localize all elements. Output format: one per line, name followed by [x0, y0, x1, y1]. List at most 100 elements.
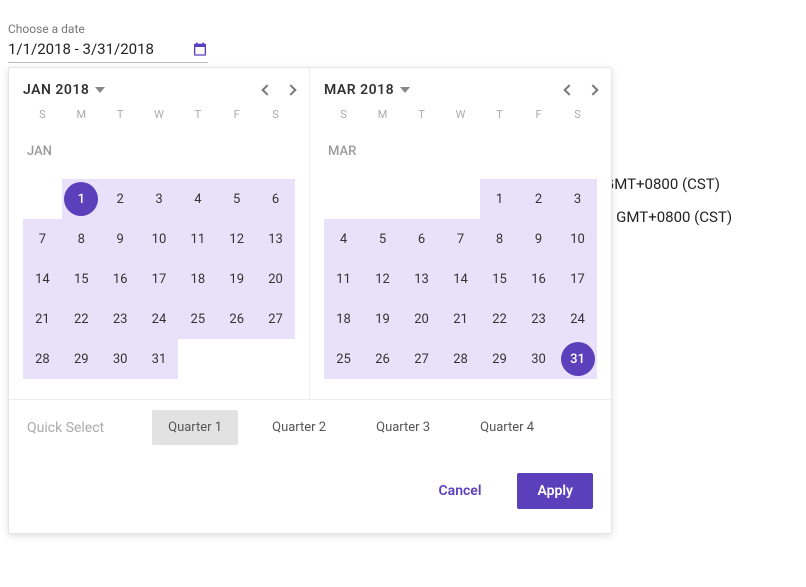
day-cell[interactable]: 9 [519, 219, 558, 259]
right-month-next[interactable] [587, 84, 598, 95]
weekday-label: T [101, 108, 140, 121]
day-cell[interactable]: 22 [62, 299, 101, 339]
day-cell[interactable]: 27 [256, 299, 295, 339]
day-cell[interactable]: 16 [101, 259, 140, 299]
weekday-label: F [217, 108, 256, 121]
day-cell[interactable]: 30 [519, 339, 558, 379]
day-cell[interactable]: 15 [480, 259, 519, 299]
day-cell[interactable]: 24 [558, 299, 597, 339]
chevron-down-icon [95, 87, 105, 93]
day-cell[interactable]: 9 [101, 219, 140, 259]
day-cell[interactable]: 15 [62, 259, 101, 299]
right-month-panel: MAR 2018 SMTWTFS MAR 1234567891011121314… [310, 68, 611, 399]
right-month-selector[interactable]: MAR 2018 [324, 82, 410, 98]
day-cell[interactable]: 29 [62, 339, 101, 379]
left-month-prev[interactable] [261, 84, 272, 95]
day-cell[interactable]: 1 [62, 179, 101, 219]
day-cell[interactable]: 4 [178, 179, 217, 219]
day-cell[interactable]: 8 [480, 219, 519, 259]
day-cell[interactable]: 23 [101, 299, 140, 339]
date-input-row[interactable]: 1/1/2018 - 3/31/2018 [8, 40, 208, 63]
day-cell[interactable]: 2 [101, 179, 140, 219]
day-cell[interactable]: 18 [324, 299, 363, 339]
right-month-title: MAR 2018 [324, 82, 394, 98]
day-cell[interactable]: 24 [140, 299, 179, 339]
day-cell[interactable]: 27 [402, 339, 441, 379]
day-cell[interactable]: 8 [62, 219, 101, 259]
day-cell[interactable]: 6 [256, 179, 295, 219]
apply-button[interactable]: Apply [517, 473, 593, 509]
day-cell[interactable]: 21 [23, 299, 62, 339]
day-cell[interactable]: 19 [363, 299, 402, 339]
day-cell[interactable]: 28 [441, 339, 480, 379]
field-label: Choose a date [8, 22, 208, 36]
day-cell[interactable]: 2 [519, 179, 558, 219]
day-cell[interactable]: 22 [480, 299, 519, 339]
quick-select-row: Quick Select Quarter 1Quarter 2Quarter 3… [9, 399, 611, 455]
day-cell[interactable]: 10 [558, 219, 597, 259]
day-cell[interactable]: 25 [178, 299, 217, 339]
day-cell[interactable]: 19 [217, 259, 256, 299]
day-cell[interactable]: 30 [101, 339, 140, 379]
day-cell[interactable]: 11 [324, 259, 363, 299]
day-cell[interactable]: 28 [23, 339, 62, 379]
day-cell[interactable]: 21 [441, 299, 480, 339]
day-cell[interactable]: 29 [480, 339, 519, 379]
day-cell[interactable]: 20 [256, 259, 295, 299]
day-cell[interactable]: 3 [140, 179, 179, 219]
day-empty [23, 179, 62, 219]
weekday-label: T [178, 108, 217, 121]
day-cell[interactable]: 16 [519, 259, 558, 299]
background-text-2: 0 GMT+0800 (CST) [604, 208, 732, 226]
weekday-label: F [519, 108, 558, 121]
weekday-label: S [23, 108, 62, 121]
day-cell[interactable]: 17 [558, 259, 597, 299]
day-cell[interactable]: 7 [441, 219, 480, 259]
quick-select-option[interactable]: Quarter 4 [464, 410, 550, 445]
day-cell[interactable]: 6 [402, 219, 441, 259]
day-cell[interactable]: 4 [324, 219, 363, 259]
day-cell[interactable]: 7 [23, 219, 62, 259]
day-empty [441, 179, 480, 219]
chevron-down-icon [400, 87, 410, 93]
left-month-next[interactable] [285, 84, 296, 95]
left-month-selector[interactable]: JAN 2018 [23, 82, 105, 98]
left-month-panel: JAN 2018 SMTWTFS JAN 1234567891011121314… [9, 68, 310, 399]
weekday-label: W [140, 108, 179, 121]
day-cell[interactable]: 12 [217, 219, 256, 259]
weekday-label: W [441, 108, 480, 121]
day-cell[interactable]: 14 [23, 259, 62, 299]
day-cell[interactable]: 11 [178, 219, 217, 259]
quick-select-option[interactable]: Quarter 2 [256, 410, 342, 445]
day-cell[interactable]: 14 [441, 259, 480, 299]
day-cell[interactable]: 26 [217, 299, 256, 339]
left-month-title: JAN 2018 [23, 82, 89, 98]
quick-select-option[interactable]: Quarter 3 [360, 410, 446, 445]
day-cell[interactable]: 17 [140, 259, 179, 299]
day-empty [324, 179, 363, 219]
quick-select-option[interactable]: Quarter 1 [152, 410, 238, 445]
day-cell[interactable]: 23 [519, 299, 558, 339]
right-month-abbr: MAR [324, 131, 597, 171]
weekday-label: S [558, 108, 597, 121]
day-cell[interactable]: 25 [324, 339, 363, 379]
date-range-popup: JAN 2018 SMTWTFS JAN 1234567891011121314… [8, 67, 612, 534]
day-empty [402, 179, 441, 219]
day-cell[interactable]: 18 [178, 259, 217, 299]
day-cell[interactable]: 31 [140, 339, 179, 379]
day-cell[interactable]: 3 [558, 179, 597, 219]
day-cell[interactable]: 1 [480, 179, 519, 219]
day-cell[interactable]: 13 [256, 219, 295, 259]
day-cell[interactable]: 10 [140, 219, 179, 259]
day-cell[interactable]: 20 [402, 299, 441, 339]
weekday-label: T [402, 108, 441, 121]
cancel-button[interactable]: Cancel [419, 473, 502, 509]
calendar-icon[interactable] [192, 41, 208, 57]
day-cell[interactable]: 13 [402, 259, 441, 299]
day-cell[interactable]: 31 [558, 339, 597, 379]
right-month-prev[interactable] [563, 84, 574, 95]
day-cell[interactable]: 12 [363, 259, 402, 299]
day-cell[interactable]: 5 [217, 179, 256, 219]
day-cell[interactable]: 5 [363, 219, 402, 259]
day-cell[interactable]: 26 [363, 339, 402, 379]
